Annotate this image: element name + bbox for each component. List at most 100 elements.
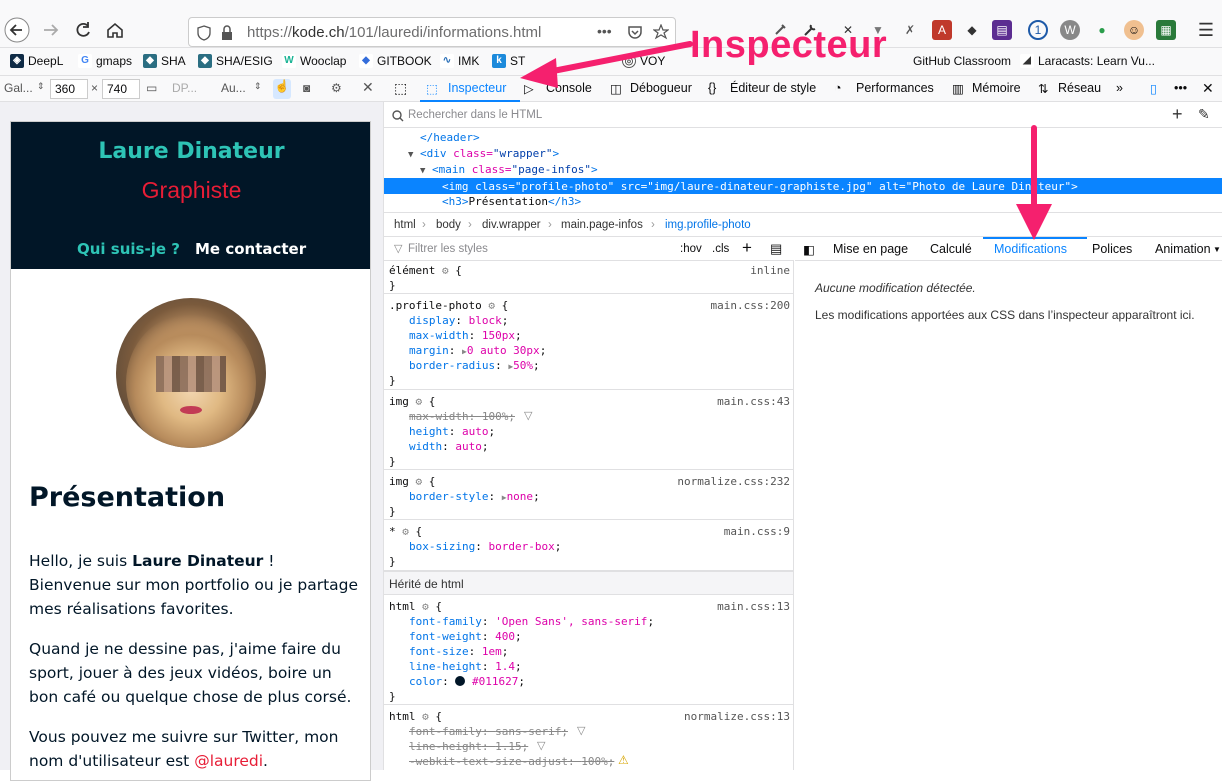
forward-button[interactable] xyxy=(38,17,64,43)
declaration[interactable]: border-radius: ▶50%; xyxy=(409,359,540,372)
bookmark-k[interactable]: k ST xyxy=(492,54,525,68)
tab-console[interactable]: Console xyxy=(546,81,592,95)
width-input[interactable]: 360 xyxy=(50,79,88,99)
overridden-declaration[interactable]: line-height: 1.15; xyxy=(409,740,528,753)
nav-link-contact[interactable]: Me contacter xyxy=(195,240,306,258)
page-actions-menu[interactable]: ••• xyxy=(597,23,612,39)
overridden-declaration[interactable]: -webkit-text-size-adjust: 100%; xyxy=(409,755,614,768)
notification-icon[interactable]: ▤ xyxy=(992,20,1012,40)
declaration[interactable]: box-sizing: border-box; xyxy=(409,540,561,553)
bookmark-star-icon[interactable] xyxy=(653,24,669,40)
gear-icon[interactable]: ⚙ xyxy=(402,525,409,538)
overridden-declaration[interactable]: font-family: sans-serif; xyxy=(409,725,568,738)
bookmark-voy[interactable]: ◎ VOY xyxy=(622,54,665,68)
more-tabs-icon[interactable]: » xyxy=(1116,81,1123,95)
markup-line[interactable]: ▼ <div class="wrapper"> xyxy=(408,147,559,160)
declaration[interactable]: display: block; xyxy=(409,314,508,327)
markup-line[interactable]: <h3>Présentation</h3> xyxy=(442,195,581,208)
gear-icon[interactable]: ⚙ xyxy=(416,475,423,488)
declaration[interactable]: line-height: 1.4; xyxy=(409,660,522,673)
filter-styles-input[interactable]: Filtrer les styles xyxy=(408,243,488,255)
chevron-down-icon[interactable]: ▼ xyxy=(1213,245,1221,254)
onepassword-icon[interactable]: 1 xyxy=(1028,20,1048,40)
overridden-declaration[interactable]: max-width: 100%; xyxy=(409,410,515,423)
declaration[interactable]: font-size: 1em; xyxy=(409,645,508,658)
declaration[interactable]: border-style: ▶none; xyxy=(409,490,540,503)
selected-markup-line[interactable]: <img class="profile-photo" src="img/laur… xyxy=(384,178,1222,194)
pocket-icon[interactable] xyxy=(627,24,643,40)
rule-source[interactable]: inline xyxy=(750,264,790,277)
declaration[interactable]: font-family: 'Open Sans', sans-serif; xyxy=(409,615,654,628)
bookmark-sha-esig[interactable]: ◆ SHA/ESIG xyxy=(198,54,273,68)
tab-animations[interactable]: Animation xyxy=(1155,242,1211,256)
bookmark-gmaps[interactable]: Ggmaps xyxy=(78,54,132,68)
tab-layout[interactable]: Mise en page xyxy=(833,242,908,256)
add-node-icon[interactable]: + xyxy=(1172,104,1183,125)
print-media-icon[interactable]: ▤ xyxy=(770,241,782,257)
gear-icon[interactable]: ⚙ xyxy=(422,710,429,723)
reload-button[interactable] xyxy=(70,17,96,43)
gear-icon[interactable]: ⚙ xyxy=(488,299,495,312)
more-options-icon[interactable]: ••• xyxy=(1174,81,1187,95)
avatar-icon[interactable]: ☺ xyxy=(1124,20,1144,40)
w-icon[interactable]: W xyxy=(1060,20,1080,40)
tab-network[interactable]: Réseau xyxy=(1058,81,1101,95)
gear-icon[interactable]: ⚙ xyxy=(331,81,342,95)
hamburger-menu-icon[interactable]: ☰ xyxy=(1196,20,1216,40)
device-select[interactable]: Gal... xyxy=(4,81,33,95)
touch-icon[interactable]: ☝ xyxy=(273,79,291,99)
x-mark-icon[interactable]: ✗ xyxy=(900,20,920,40)
tab-changes[interactable]: Modifications xyxy=(994,242,1067,256)
declaration[interactable]: color: #011627; xyxy=(409,675,525,688)
html-search-input[interactable]: Rechercher dans le HTML xyxy=(408,109,542,121)
filter-icon[interactable]: ▽ xyxy=(577,724,585,737)
url-bar[interactable]: https://kode.ch/101/lauredi/informations… xyxy=(188,17,676,47)
filter-icon[interactable]: ▽ xyxy=(524,409,532,422)
tab-debugger[interactable]: Débogueur xyxy=(630,81,692,95)
pdf-icon[interactable]: A xyxy=(932,20,952,40)
declaration[interactable]: height: auto; xyxy=(409,425,495,438)
bookmark-gitbook[interactable]: ◆ GITBOOK xyxy=(359,54,432,68)
close-icon[interactable]: ✕ xyxy=(362,79,374,96)
markup-line[interactable]: </header> xyxy=(420,131,480,144)
gear-icon[interactable]: ⚙ xyxy=(422,600,429,613)
back-button[interactable] xyxy=(4,17,30,43)
breadcrumb-item-selected[interactable]: img.profile-photo xyxy=(665,219,751,231)
declaration[interactable]: width: auto; xyxy=(409,440,489,453)
bookmark-deepl[interactable]: ◈ DeepL xyxy=(10,54,63,68)
bookmark-sha[interactable]: ◆ SHA xyxy=(143,54,186,68)
tab-style-editor[interactable]: Éditeur de style xyxy=(730,81,816,95)
tab-computed[interactable]: Calculé xyxy=(930,242,972,256)
eyedropper-icon[interactable]: ✎ xyxy=(1198,106,1210,123)
color-swatch[interactable] xyxy=(455,676,466,686)
markup-line[interactable]: ▼ <main class="page-infos"> xyxy=(420,163,598,176)
breadcrumb-item[interactable]: div.wrapper xyxy=(482,219,541,231)
rule-source[interactable]: normalize.css:13 xyxy=(684,710,790,723)
breadcrumb-item[interactable]: main.page-infos xyxy=(561,219,643,231)
hover-state-toggle[interactable]: :hov xyxy=(680,243,702,255)
rule-source[interactable]: normalize.css:232 xyxy=(677,475,790,488)
dpr-select[interactable]: DP... xyxy=(172,81,197,95)
add-rule-icon[interactable]: + xyxy=(742,238,752,258)
tab-memory[interactable]: Mémoire xyxy=(972,81,1021,95)
bookmark-imk[interactable]: ∿ IMK xyxy=(440,54,479,68)
layout-toggle-icon[interactable]: ◧ xyxy=(803,242,815,257)
class-toggle[interactable]: .cls xyxy=(712,243,729,255)
pick-element-icon[interactable]: ⬚ xyxy=(394,80,407,97)
rule-source[interactable]: main.css:13 xyxy=(717,600,790,613)
throttle-select[interactable]: Au... xyxy=(221,81,246,95)
screenshot-icon[interactable]: ◙ xyxy=(303,81,310,95)
close-devtools-icon[interactable]: ✕ xyxy=(1202,80,1214,97)
filter-icon[interactable]: ▽ xyxy=(537,739,545,752)
bookmark-laracasts[interactable]: ◢ Laracasts: Learn Vu... xyxy=(1020,54,1155,68)
tab-performance[interactable]: Performances xyxy=(856,81,934,95)
warning-icon[interactable]: ⚠ xyxy=(618,753,629,767)
grid-icon[interactable]: ▦ xyxy=(1156,20,1176,40)
breadcrumb-item[interactable]: html xyxy=(394,219,416,231)
rotate-icon[interactable]: ▭ xyxy=(146,81,157,95)
declaration[interactable]: margin: ▶0 auto 30px; xyxy=(409,344,546,357)
rule-source[interactable]: main.css:9 xyxy=(724,525,790,538)
declaration[interactable]: max-width: 150px; xyxy=(409,329,522,342)
tab-inspector[interactable]: Inspecteur xyxy=(448,81,506,95)
rule-source[interactable]: main.css:43 xyxy=(717,395,790,408)
